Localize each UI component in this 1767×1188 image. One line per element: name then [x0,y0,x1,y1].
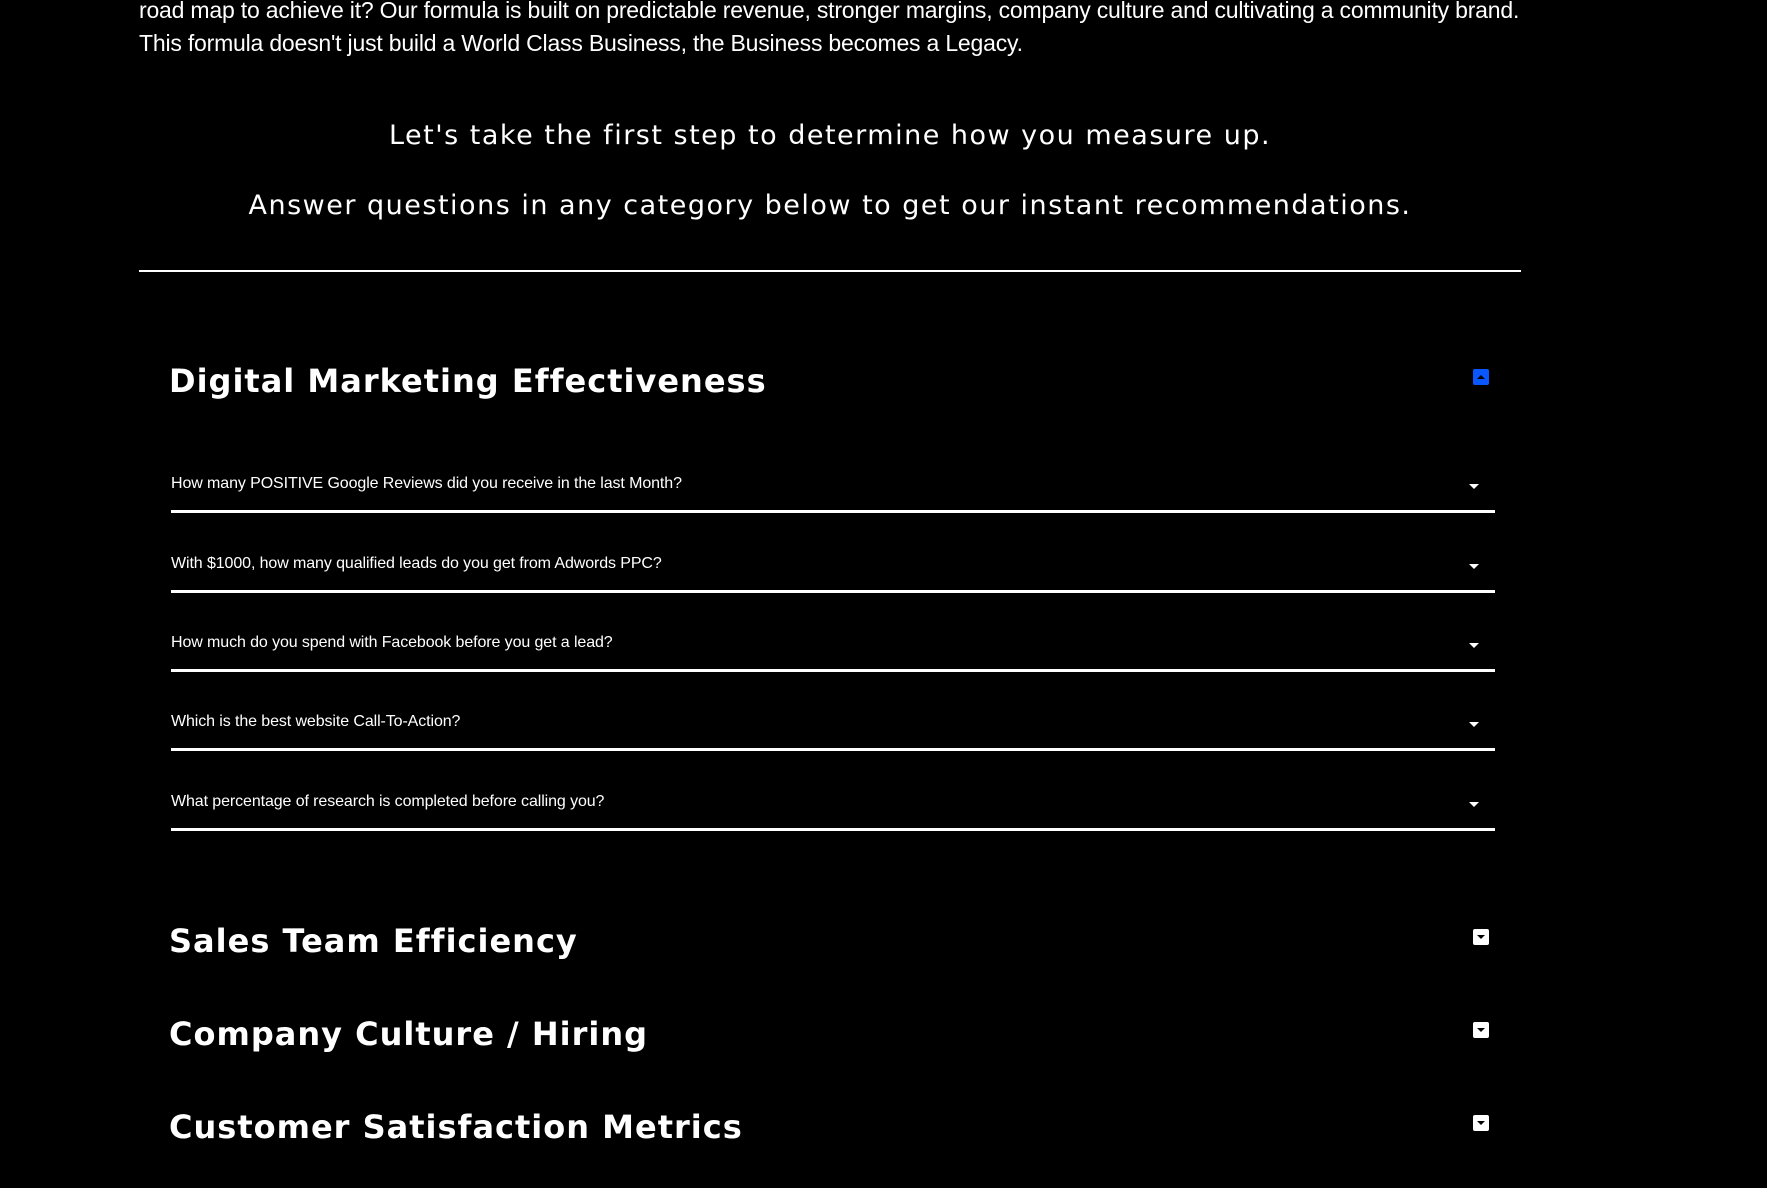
chevron-up-icon[interactable] [1473,369,1489,385]
caret-down-icon [1469,484,1479,489]
chevron-down-icon[interactable] [1473,929,1489,945]
question-label: How many POSITIVE Google Reviews did you… [171,475,682,492]
section-divider [139,270,1521,272]
question-label: Which is the best website Call-To-Action… [171,713,461,730]
caret-down-icon [1469,643,1479,648]
question-dropdown-facebook-spend[interactable]: How much do you spend with Facebook befo… [171,631,1495,672]
section-title-customer-satisfaction[interactable]: Customer Satisfaction Metrics [169,1108,743,1146]
section-title-sales-team[interactable]: Sales Team Efficiency [169,922,578,960]
lead-line-2: Answer questions in any category below t… [248,190,1412,221]
caret-down-icon [1469,722,1479,727]
intro-paragraph: road map to achieve it? Our formula is b… [139,0,1520,56]
question-dropdown-call-to-action[interactable]: Which is the best website Call-To-Action… [171,710,1495,751]
section-title-digital-marketing[interactable]: Digital Marketing Effectiveness [169,362,767,400]
chevron-down-icon[interactable] [1473,1115,1489,1131]
section-title-company-culture[interactable]: Company Culture / Hiring [169,1015,648,1053]
lead-line-1: Let's take the first step to determine h… [388,120,1272,151]
question-dropdown-research-percentage[interactable]: What percentage of research is completed… [171,790,1495,831]
caret-down-icon [1469,802,1479,807]
question-label: How much do you spend with Facebook befo… [171,634,613,651]
chevron-down-icon[interactable] [1473,1022,1489,1038]
question-label: What percentage of research is completed… [171,793,605,810]
question-dropdown-adwords-ppc[interactable]: With $1000, how many qualified leads do … [171,552,1495,593]
caret-down-icon [1469,564,1479,569]
question-dropdown-google-reviews[interactable]: How many POSITIVE Google Reviews did you… [171,472,1495,513]
question-label: With $1000, how many qualified leads do … [171,555,662,572]
